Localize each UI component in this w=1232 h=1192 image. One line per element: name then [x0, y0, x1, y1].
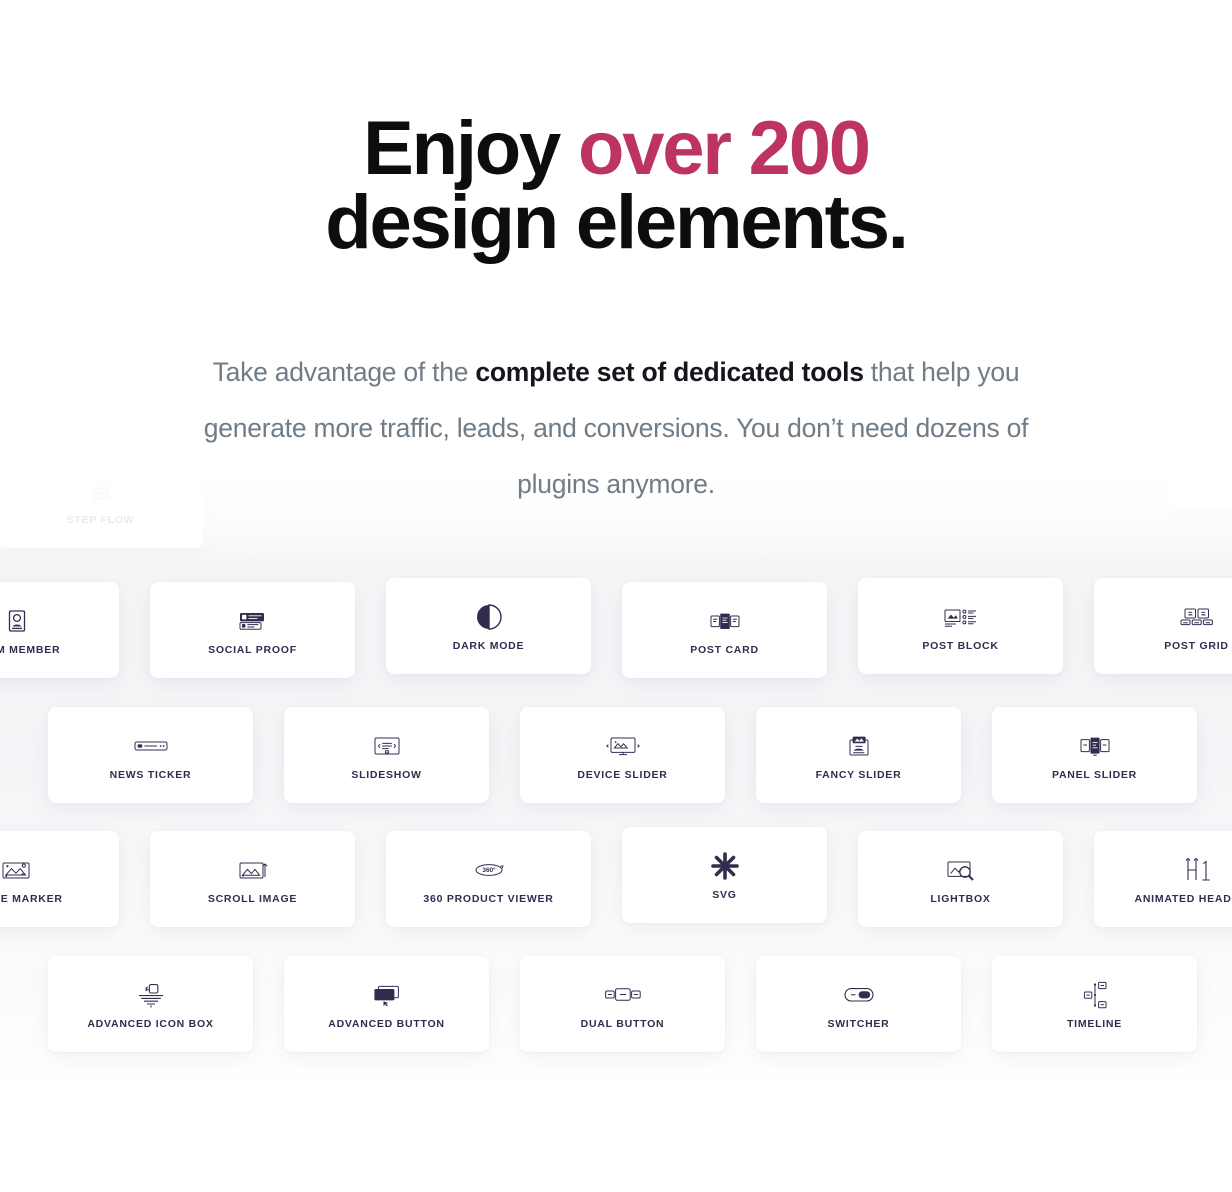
advanced-button-icon	[368, 978, 406, 1012]
card-post-block[interactable]: POST BLOCK	[858, 578, 1063, 674]
card-fancy-slider[interactable]: FANCY SLIDER	[756, 707, 961, 803]
card-post-grid[interactable]: POST GRID	[1094, 578, 1232, 674]
card-animated-headline[interactable]: ANIMATED HEADLINE	[1094, 831, 1232, 927]
card-switcher[interactable]: SWITCHER	[756, 956, 961, 1052]
card-dark-mode[interactable]: DARK MODE	[386, 578, 591, 674]
card-label: SWITCHER	[827, 1018, 890, 1030]
card-label: POST CARD	[690, 644, 759, 656]
advanced-icon-box-icon	[133, 978, 169, 1012]
card-team-member[interactable]: TEAM MEMBER	[0, 582, 119, 678]
card-advanced-icon-box[interactable]: ADVANCED ICON BOX	[48, 956, 253, 1052]
card-label: SOCIAL PROOF	[208, 644, 297, 656]
card-label: POST BLOCK	[922, 640, 999, 652]
elements-card-grid: STEP FLOW HIGHLIGHTED TEAM MEMB	[0, 0, 1232, 1192]
card-advanced-button[interactable]: ADVANCED BUTTON	[284, 956, 489, 1052]
card-label: DARK MODE	[452, 640, 525, 652]
card-label: PANEL SLIDER	[1051, 769, 1138, 781]
timeline-icon	[1077, 978, 1113, 1012]
card-label: POST GRID	[1164, 640, 1229, 652]
fancy-slider-icon	[842, 729, 876, 763]
card-scroll-image[interactable]: SCROLL IMAGE	[150, 831, 355, 927]
card-label: STEP FLOW	[66, 514, 135, 526]
card-label: SCROLL IMAGE	[207, 893, 298, 905]
card-timeline[interactable]: TIMELINE	[992, 956, 1197, 1052]
card-label: ADVANCED ICON BOX	[87, 1018, 214, 1030]
card-news-ticker[interactable]: NEWS TICKER	[48, 707, 253, 803]
card-label: DUAL BUTTON	[580, 1018, 665, 1030]
card-label: 360 PRODUCT VIEWER	[423, 893, 554, 905]
slideshow-icon	[369, 729, 405, 763]
device-slider-icon	[604, 729, 642, 763]
card-dual-button[interactable]: DUAL BUTTON	[520, 956, 725, 1052]
product-360-icon: 360°	[467, 853, 511, 887]
card-label: FANCY SLIDER	[815, 769, 902, 781]
card-highlighted[interactable]: HIGHLIGHTED	[1170, 412, 1232, 508]
scroll-image-icon	[235, 853, 271, 887]
card-label: ANIMATED HEADLINE	[1134, 893, 1232, 905]
card-svg[interactable]: SVG	[622, 827, 827, 923]
step-flow-icon	[86, 474, 116, 508]
card-slideshow[interactable]: SLIDESHOW	[284, 707, 489, 803]
card-label: ADVANCED BUTTON	[328, 1018, 445, 1030]
switcher-icon	[839, 978, 879, 1012]
dark-mode-icon	[474, 600, 504, 634]
dual-button-icon	[602, 978, 644, 1012]
card-360-product-viewer[interactable]: 360° 360 PRODUCT VIEWER	[386, 831, 591, 927]
card-label: TIMELINE	[1067, 1018, 1122, 1030]
image-marker-icon	[0, 853, 36, 887]
post-block-icon	[942, 600, 980, 634]
card-label: IMAGE MARKER	[0, 893, 63, 905]
card-label: SVG	[712, 889, 737, 901]
card-device-slider[interactable]: DEVICE SLIDER	[520, 707, 725, 803]
card-social-proof[interactable]: SOCIAL PROOF	[150, 582, 355, 678]
news-ticker-icon	[131, 729, 171, 763]
post-grid-icon	[1177, 600, 1217, 634]
card-label: NEWS TICKER	[109, 769, 192, 781]
post-card-icon	[707, 604, 743, 638]
panel-slider-icon	[1076, 729, 1114, 763]
animated-headline-icon	[1179, 853, 1215, 887]
team-member-icon	[2, 604, 32, 638]
lightbox-icon	[943, 853, 979, 887]
card-post-card[interactable]: POST CARD	[622, 582, 827, 678]
card-panel-slider[interactable]: PANEL SLIDER	[992, 707, 1197, 803]
card-label: DEVICE SLIDER	[577, 769, 668, 781]
social-proof-icon	[236, 604, 270, 638]
card-lightbox[interactable]: LIGHTBOX	[858, 831, 1063, 927]
card-step-flow[interactable]: STEP FLOW	[0, 452, 203, 548]
svg-text:360°: 360°	[482, 866, 496, 874]
card-image-marker[interactable]: IMAGE MARKER	[0, 831, 119, 927]
svg-asterisk-icon	[709, 849, 741, 883]
card-label: LIGHTBOX	[930, 893, 991, 905]
card-label: SLIDESHOW	[351, 769, 422, 781]
card-label: TEAM MEMBER	[0, 644, 61, 656]
page-root: STEP FLOW HIGHLIGHTED TEAM MEMB	[0, 0, 1232, 1192]
